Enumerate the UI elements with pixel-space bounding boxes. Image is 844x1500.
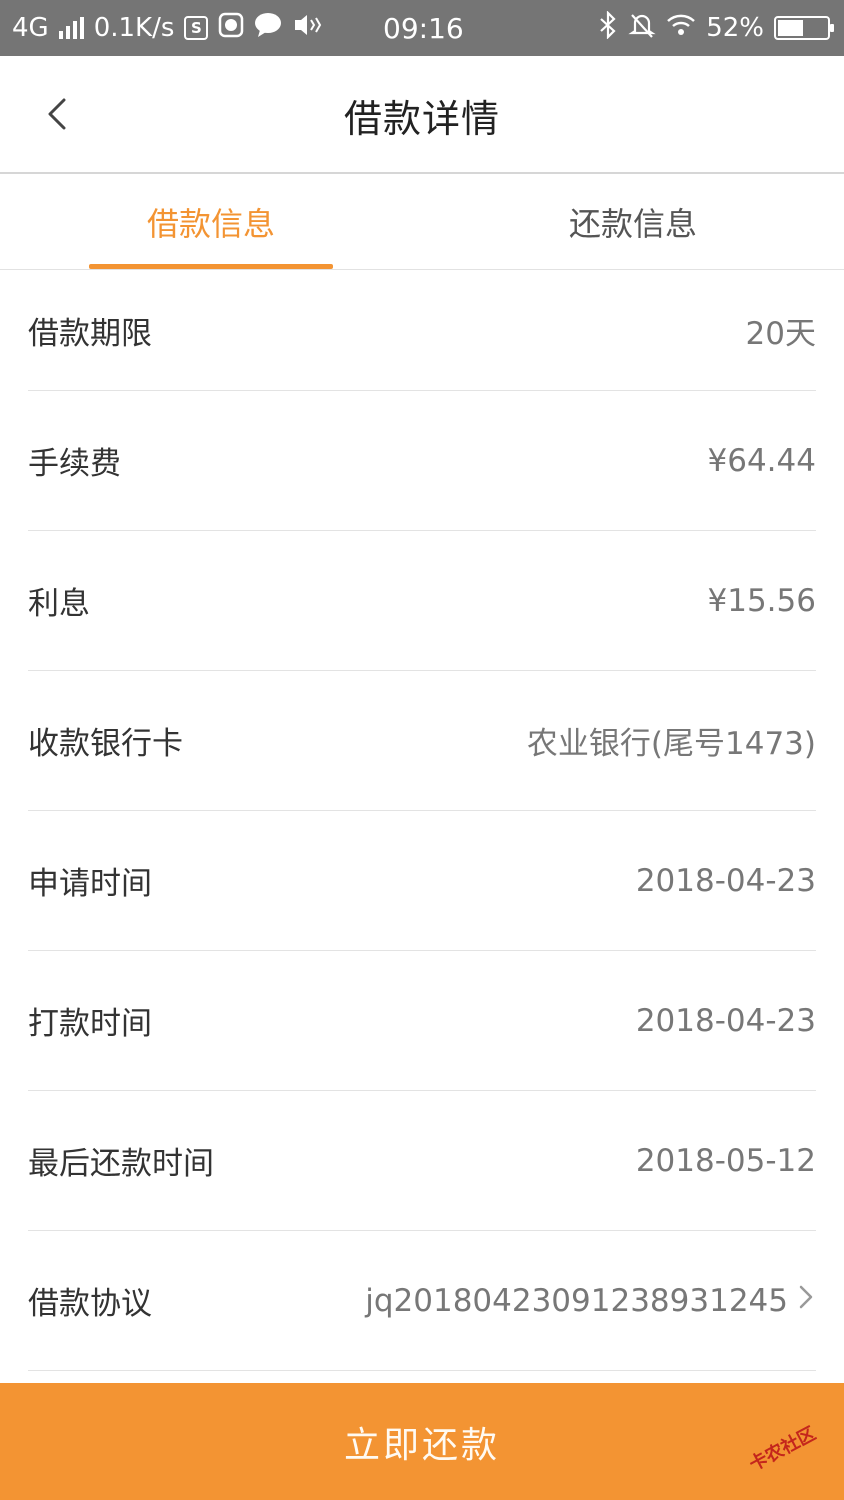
title-bar: 借款详情 — [0, 56, 844, 174]
loan-details-list: 借款期限 20天 手续费 ¥64.44 利息 ¥15.56 收款银行卡 农业银行… — [0, 271, 844, 1371]
clock: 09:16 — [383, 11, 464, 45]
tab-indicator — [89, 264, 333, 269]
agreement-value: jq20180423091238931245 — [365, 1281, 816, 1321]
detail-row-bank-card: 收款银行卡 农业银行(尾号1473) — [28, 671, 816, 811]
detail-label: 借款期限 — [28, 316, 152, 352]
wifi-icon — [666, 13, 696, 44]
detail-value: ¥64.44 — [707, 442, 816, 479]
detail-value: 农业银行(尾号1473) — [526, 726, 816, 762]
detail-label: 最后还款时间 — [28, 1146, 214, 1182]
detail-row-payout-time: 打款时间 2018-04-23 — [28, 951, 816, 1091]
bluetooth-icon — [598, 9, 618, 46]
detail-label: 申请时间 — [28, 866, 152, 902]
detail-value: 20天 — [745, 316, 816, 352]
detail-label: 手续费 — [28, 446, 121, 482]
network-type: 4G — [12, 13, 49, 43]
compass-icon — [218, 12, 244, 45]
detail-label: 打款时间 — [28, 1006, 152, 1042]
mute-bell-icon — [628, 11, 656, 46]
vibrate-icon — [292, 12, 322, 45]
status-right: 52% — [598, 0, 834, 56]
detail-row-apply-time: 申请时间 2018-04-23 — [28, 811, 816, 951]
detail-label: 借款协议 — [28, 1286, 152, 1322]
chevron-right-icon — [796, 1281, 816, 1321]
signal-icon — [58, 17, 84, 39]
detail-value: 2018-04-23 — [635, 1002, 816, 1039]
s-app-icon: S — [184, 16, 209, 40]
detail-value: 2018-05-12 — [635, 1142, 816, 1179]
detail-label: 收款银行卡 — [28, 726, 183, 762]
battery-icon — [774, 16, 834, 40]
battery-percent: 52% — [706, 13, 764, 43]
watermark-text: 卡农社区 — [745, 1423, 820, 1476]
detail-value: 2018-04-23 — [635, 862, 816, 899]
tab-repayment-info[interactable]: 还款信息 — [422, 174, 844, 270]
detail-label: 利息 — [28, 586, 90, 622]
agreement-number: jq20180423091238931245 — [365, 1282, 788, 1319]
chevron-left-icon — [48, 98, 66, 130]
repay-now-button[interactable]: 立即还款 — [0, 1383, 844, 1500]
loan-agreement-row[interactable]: 借款协议 jq20180423091238931245 — [28, 1231, 816, 1371]
detail-row-term: 借款期限 20天 — [28, 271, 816, 391]
page-title: 借款详情 — [343, 96, 500, 141]
detail-value: ¥15.56 — [707, 582, 816, 619]
status-left: 4G 0.1K/s S — [12, 0, 322, 56]
detail-row-interest: 利息 ¥15.56 — [28, 531, 816, 671]
tab-bar: 借款信息 还款信息 — [0, 174, 844, 270]
tab-loan-info[interactable]: 借款信息 — [0, 174, 422, 270]
detail-row-due-date: 最后还款时间 2018-05-12 — [28, 1091, 816, 1231]
chat-bubble-icon — [254, 12, 282, 45]
network-speed: 0.1K/s — [93, 13, 175, 43]
back-button[interactable] — [40, 86, 90, 142]
status-bar: 4G 0.1K/s S 09:16 52% — [0, 0, 844, 56]
detail-row-fee: 手续费 ¥64.44 — [28, 391, 816, 531]
